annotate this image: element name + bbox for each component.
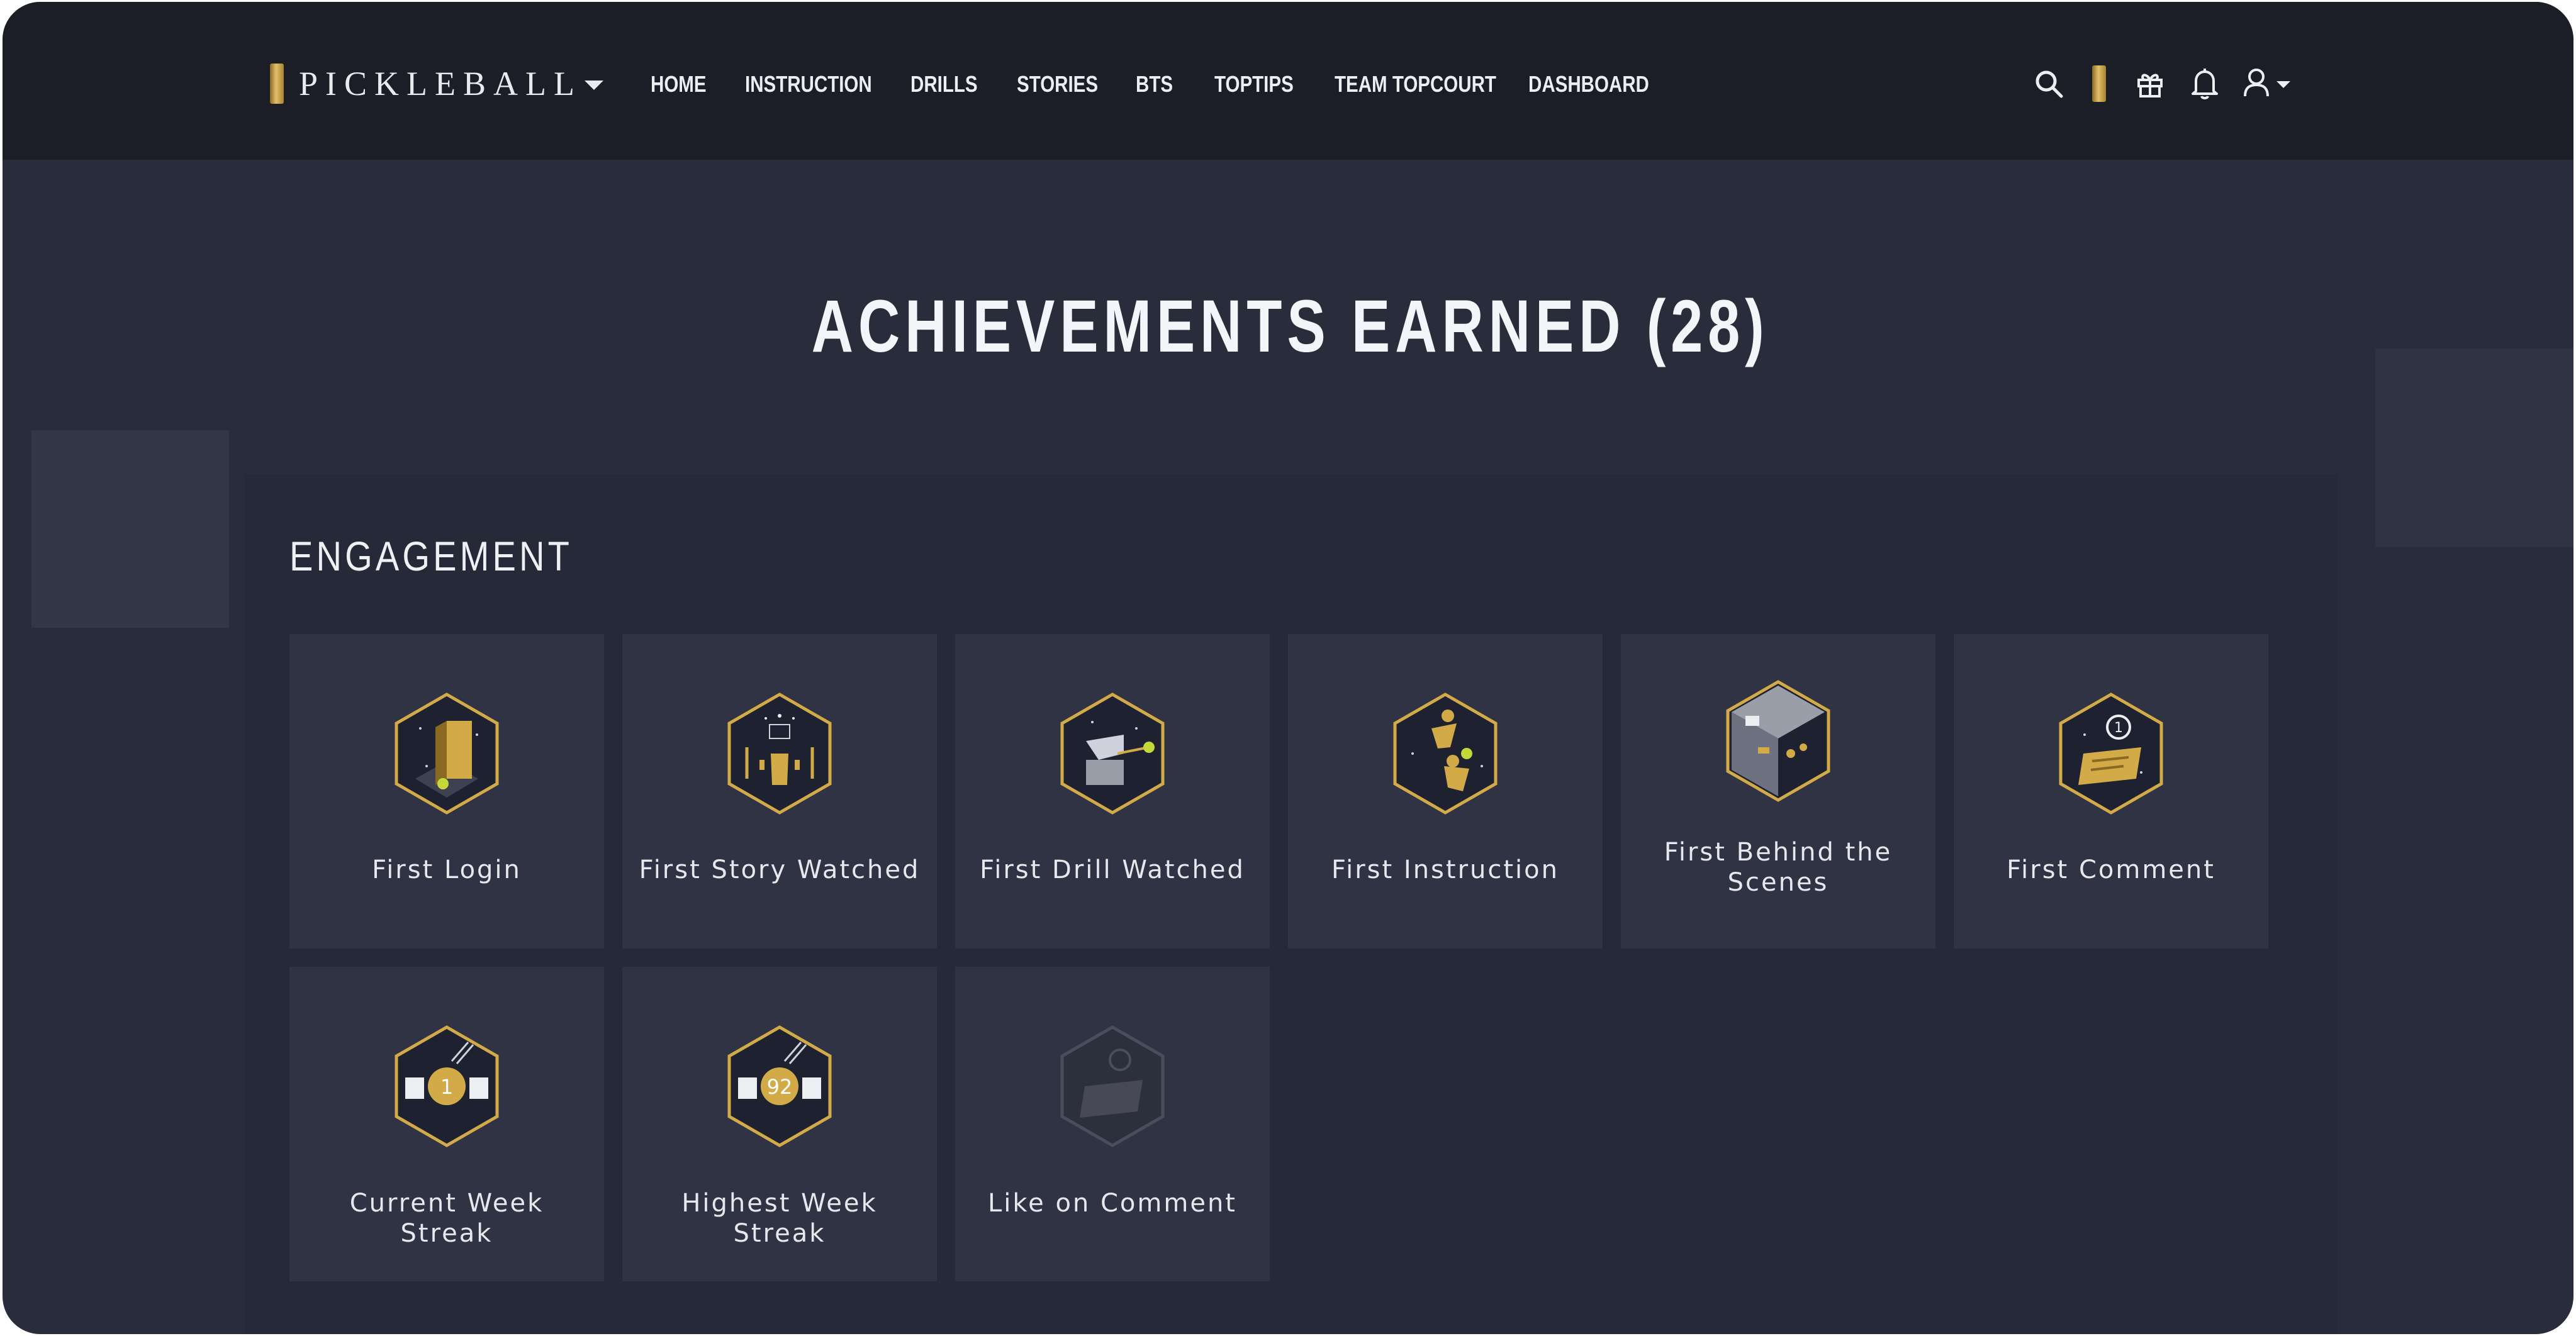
first-bts-badge-icon [1726,680,1830,802]
chevron-down-icon[interactable] [585,80,603,90]
first-login-badge-icon [395,693,499,815]
decorative-block-left [31,430,229,628]
achievement-label: First Comment [2007,855,2215,884]
highest-streak-badge-icon: 92 [727,1025,832,1147]
nav-stories[interactable]: STORIES [1017,71,1098,97]
achievement-card-current-streak[interactable]: 1 Current Week Streak [289,967,604,1281]
logo-mark-icon [270,64,284,104]
achievement-label: First Behind the Scenes [1664,838,1893,897]
search-icon[interactable] [2030,63,2068,104]
pickleball-membership-icon[interactable] [2086,63,2112,104]
engagement-section: ENGAGEMENT First Login First Story Watch… [245,474,2338,1334]
achievement-label: First Instruction [1331,855,1559,884]
first-story-badge-icon [727,693,832,815]
current-streak-badge-icon: 1 [395,1025,499,1147]
nav-dashboard[interactable]: DASHBOARD [1528,71,1649,97]
page-title: ACHIEVEMENTS EARNED (28) [812,285,1769,368]
first-instruction-badge-icon [1393,693,1498,815]
section-title: ENGAGEMENT [289,533,573,579]
svg-text:1: 1 [440,1075,453,1099]
app-frame: PICKLEBALL HOME INSTRUCTION DRILLS STORI… [3,2,2573,1334]
gift-icon[interactable] [2132,63,2168,104]
top-navbar: PICKLEBALL HOME INSTRUCTION DRILLS STORI… [3,2,2573,160]
decorative-block-right [2375,348,2573,547]
brand-logo[interactable]: PICKLEBALL [270,63,603,104]
achievement-card-first-comment[interactable]: 1 First Comment [1954,634,2268,949]
achievement-label: First Story Watched [639,855,921,884]
achievement-card-highest-streak[interactable]: 92 Highest Week Streak [622,967,937,1281]
like-comment-badge-icon [1060,1025,1165,1147]
first-drill-badge-icon [1060,693,1165,815]
achievement-card-like-on-comment[interactable]: Like on Comment [955,967,1270,1281]
nav-home[interactable]: HOME [651,71,707,97]
user-menu[interactable] [2243,63,2299,104]
nav-instruction[interactable]: INSTRUCTION [745,71,872,97]
nav-team-topcourt[interactable]: TEAM TOPCOURT [1335,71,1496,97]
nav-drills[interactable]: DRILLS [910,71,978,97]
first-comment-badge-icon: 1 [2059,693,2163,815]
nav-bts[interactable]: BTS [1136,71,1173,97]
svg-text:1: 1 [2114,720,2123,736]
achievement-label: First Login [372,855,522,884]
svg-text:92: 92 [767,1075,793,1099]
logo-text: PICKLEBALL [299,65,582,103]
achievement-card-first-bts[interactable]: First Behind the Scenes [1621,634,1935,949]
achievement-label: Current Week Streak [349,1189,544,1248]
bell-icon[interactable] [2187,63,2222,104]
achievement-card-first-story[interactable]: First Story Watched [622,634,937,949]
achievement-label: Highest Week Streak [681,1189,878,1248]
achievement-label: Like on Comment [988,1189,1237,1218]
achievement-card-first-login[interactable]: First Login [289,634,604,949]
nav-toptips[interactable]: TOPTIPS [1214,71,1294,97]
achievement-card-first-drill[interactable]: First Drill Watched [955,634,1270,949]
achievement-label: First Drill Watched [980,855,1245,884]
achievement-card-first-instruction[interactable]: First Instruction [1288,634,1603,949]
